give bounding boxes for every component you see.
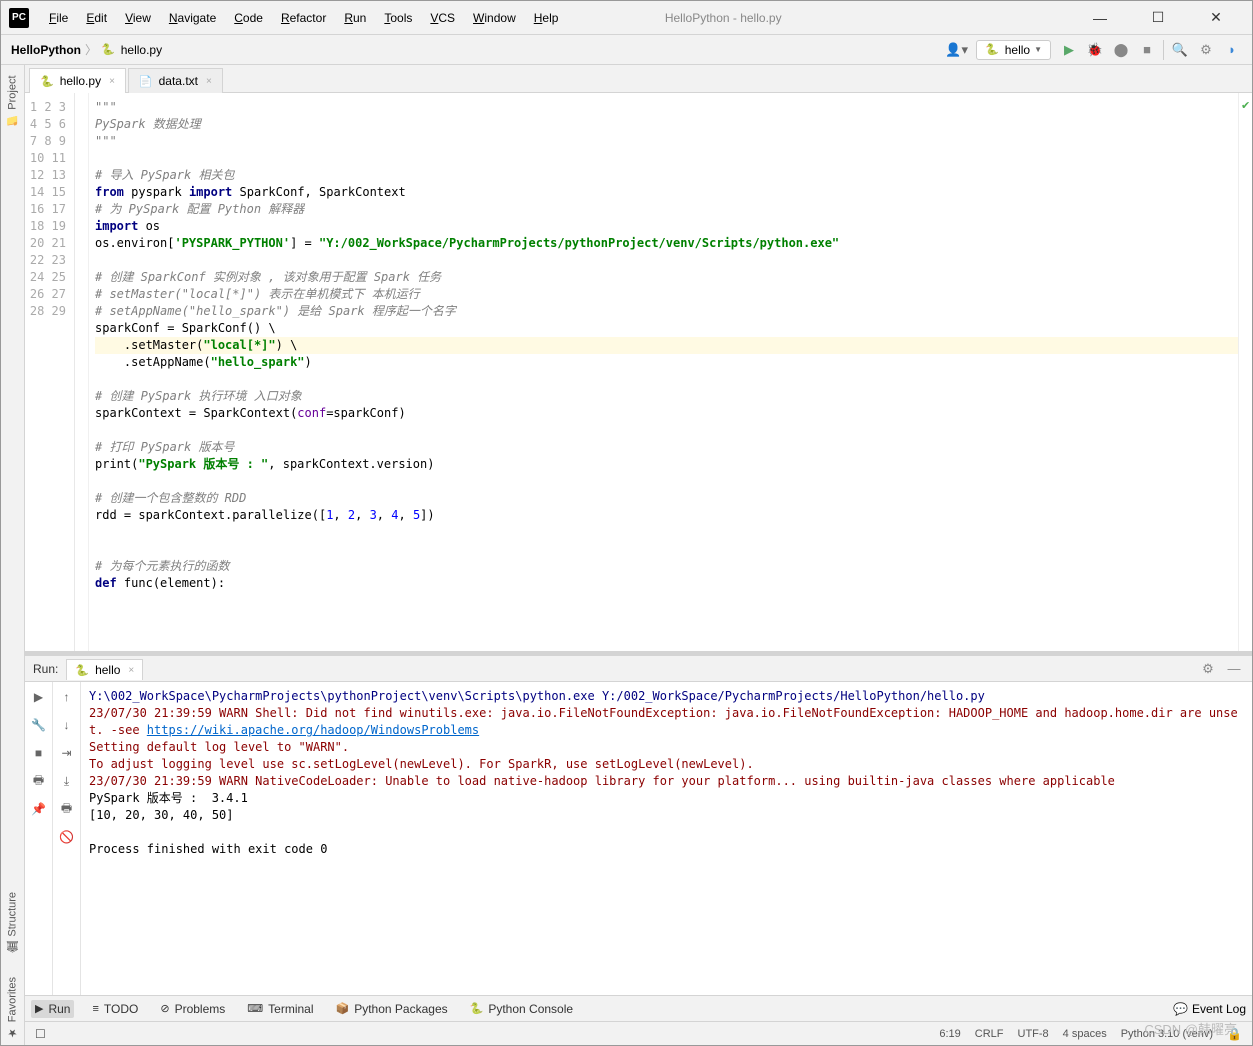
close-icon[interactable]: × — [206, 76, 212, 87]
stop-button[interactable]: ■ — [30, 744, 48, 762]
navbar-right: 👤▾ 🐍 hello ▼ ▶ 🐞 ⬤ ■ 🔍 ⚙ ◗ — [945, 40, 1242, 60]
modify-run-config-icon[interactable]: 🔧 — [30, 716, 48, 734]
down-icon[interactable]: ↓ — [58, 716, 76, 734]
editor-tab[interactable]: 📄data.txt× — [128, 68, 223, 93]
python-file-icon: 🐍 — [101, 43, 115, 56]
menu-code[interactable]: Code — [226, 7, 271, 29]
window-title: HelloPython - hello.py — [366, 11, 1080, 25]
right-marker-bar: ✔ — [1238, 93, 1252, 651]
run-panel-header: Run: 🐍 hello × ⚙ — — [25, 656, 1252, 682]
app-logo: PC — [9, 8, 29, 28]
scroll-end-icon[interactable]: ⤓ — [58, 772, 76, 790]
run-left-toolbar: ▶ 🔧 ■ 🖶 📌 — [25, 682, 53, 995]
dump-threads-icon[interactable]: 🖶 — [30, 772, 48, 790]
event-log-icon: 💬 — [1173, 1002, 1188, 1016]
run-config-selector[interactable]: 🐍 hello ▼ — [976, 40, 1051, 60]
window-controls: — ☐ ✕ — [1080, 4, 1244, 32]
close-button[interactable]: ✕ — [1196, 4, 1236, 32]
status-lock-icon[interactable]: ☐ — [35, 1027, 46, 1041]
line-separator[interactable]: CRLF — [975, 1028, 1004, 1040]
editor-tabs: 🐍hello.py×📄data.txt× — [25, 65, 1252, 93]
status-bar: ☐ 6:19 CRLF UTF-8 4 spaces Python 3.10 (… — [25, 1021, 1252, 1045]
bottom-tab-run[interactable]: ▶Run — [31, 1000, 74, 1018]
up-icon[interactable]: ↑ — [58, 688, 76, 706]
console-link[interactable]: https://wiki.apache.org/hadoop/WindowsPr… — [147, 723, 479, 737]
run-coverage-button[interactable]: ⬤ — [1111, 40, 1131, 60]
file-icon: 🐍 — [40, 75, 54, 88]
pin-tab-icon[interactable]: 📌 — [30, 800, 48, 818]
favorites-tool-tab[interactable]: ★Favorites — [6, 971, 19, 1045]
breadcrumb-sep: 〉 — [85, 41, 97, 58]
navigation-bar: HelloPython 〉 🐍 hello.py 👤▾ 🐍 hello ▼ ▶ … — [1, 35, 1252, 65]
editor[interactable]: 1 2 3 4 5 6 7 8 9 10 11 12 13 14 15 16 1… — [25, 93, 1252, 651]
editor-tab[interactable]: 🐍hello.py× — [29, 68, 126, 93]
search-icon[interactable]: 🔍 — [1170, 40, 1190, 60]
left-tool-stripe: 📁Project 🏛Structure ★Favorites — [1, 65, 25, 1045]
run-tab-name: hello — [95, 663, 120, 677]
menu-refactor[interactable]: Refactor — [273, 7, 334, 29]
debug-button[interactable]: 🐞 — [1085, 40, 1105, 60]
help-icon[interactable]: ◗ — [1222, 40, 1242, 60]
run-button[interactable]: ▶ — [1059, 40, 1079, 60]
menu-file[interactable]: File — [41, 7, 76, 29]
run-toolbar: ▶ 🐞 ⬤ ■ 🔍 ⚙ ◗ — [1059, 40, 1242, 60]
fold-column — [75, 93, 89, 651]
breadcrumb-file[interactable]: hello.py — [121, 43, 162, 57]
menu-edit[interactable]: Edit — [78, 7, 115, 29]
chevron-down-icon: ▼ — [1034, 45, 1042, 54]
user-icon[interactable]: 👤▾ — [945, 42, 968, 58]
run-tab[interactable]: 🐍 hello × — [66, 659, 143, 680]
bottom-tool-tabs: ▶Run ≡TODO ⊘Problems ⌨Terminal 📦Python Packa… — [25, 995, 1252, 1021]
body-area: 📁Project 🏛Structure ★Favorites 🐍hello.py… — [1, 65, 1252, 1045]
clear-icon[interactable]: 🚫 — [58, 828, 76, 846]
minimize-button[interactable]: — — [1080, 4, 1120, 32]
caret-position[interactable]: 6:19 — [939, 1028, 960, 1040]
run-settings-icon[interactable]: ⚙ — [1198, 659, 1218, 679]
run-header-right: ⚙ — — [1198, 659, 1244, 679]
settings-icon[interactable]: ⚙ — [1196, 40, 1216, 60]
separator — [1163, 40, 1164, 60]
file-icon: 📄 — [139, 75, 153, 88]
console-output[interactable]: Y:\002_WorkSpace\PycharmProjects\pythonP… — [81, 682, 1252, 995]
run-panel: Run: 🐍 hello × ⚙ — ▶ 🔧 ■ — [25, 655, 1252, 995]
close-icon[interactable]: × — [128, 665, 134, 676]
run-left-toolbar2: ↑ ↓ ⇥ ⤓ 🖶 🚫 — [53, 682, 81, 995]
indent-info[interactable]: 4 spaces — [1063, 1028, 1107, 1040]
bottom-tab-todo[interactable]: ≡TODO — [88, 1000, 142, 1018]
hide-panel-button[interactable]: — — [1224, 659, 1244, 679]
analysis-ok-icon[interactable]: ✔ — [1241, 99, 1250, 112]
python-icon: 🐍 — [75, 664, 89, 677]
maximize-button[interactable]: ☐ — [1138, 4, 1178, 32]
breadcrumb-project[interactable]: HelloPython — [11, 43, 81, 57]
content-column: 🐍hello.py×📄data.txt× 1 2 3 4 5 6 7 8 9 1… — [25, 65, 1252, 1045]
project-tool-tab[interactable]: 📁Project — [6, 69, 19, 133]
event-log-tab[interactable]: 💬 Event Log — [1173, 1002, 1246, 1016]
bottom-tab-python-packages[interactable]: 📦Python Packages — [332, 1000, 452, 1018]
watermark: CSDN @韩曜亮 — [1144, 1019, 1237, 1038]
run-body: ▶ 🔧 ■ 🖶 📌 ↑ ↓ ⇥ ⤓ 🖶 🚫 Y:\002_Wor — [25, 682, 1252, 995]
menu-navigate[interactable]: Navigate — [161, 7, 224, 29]
bottom-tab-terminal[interactable]: ⌨Terminal — [243, 1000, 317, 1018]
file-encoding[interactable]: UTF-8 — [1018, 1028, 1049, 1040]
structure-tool-tab[interactable]: 🏛Structure — [6, 886, 19, 961]
print-icon[interactable]: 🖶 — [58, 800, 76, 818]
bottom-tab-problems[interactable]: ⊘Problems — [156, 1000, 229, 1018]
bottom-tab-python-console[interactable]: 🐍Python Console — [466, 1000, 577, 1018]
titlebar: PC FileEditViewNavigateCodeRefactorRunTo… — [1, 1, 1252, 35]
stop-button[interactable]: ■ — [1137, 40, 1157, 60]
breadcrumb: HelloPython 〉 🐍 hello.py — [11, 41, 162, 58]
code-area[interactable]: """ PySpark 数据处理 """ # 导入 PySpark 相关包 fr… — [89, 93, 1238, 651]
soft-wrap-icon[interactable]: ⇥ — [58, 744, 76, 762]
app-window: PC FileEditViewNavigateCodeRefactorRunTo… — [0, 0, 1253, 1046]
python-icon: 🐍 — [985, 43, 999, 56]
run-config-name: hello — [1005, 43, 1030, 57]
close-icon[interactable]: × — [109, 76, 115, 87]
rerun-button[interactable]: ▶ — [30, 688, 48, 706]
menu-view[interactable]: View — [117, 7, 159, 29]
run-label: Run: — [33, 662, 58, 676]
gutter: 1 2 3 4 5 6 7 8 9 10 11 12 13 14 15 16 1… — [25, 93, 75, 651]
